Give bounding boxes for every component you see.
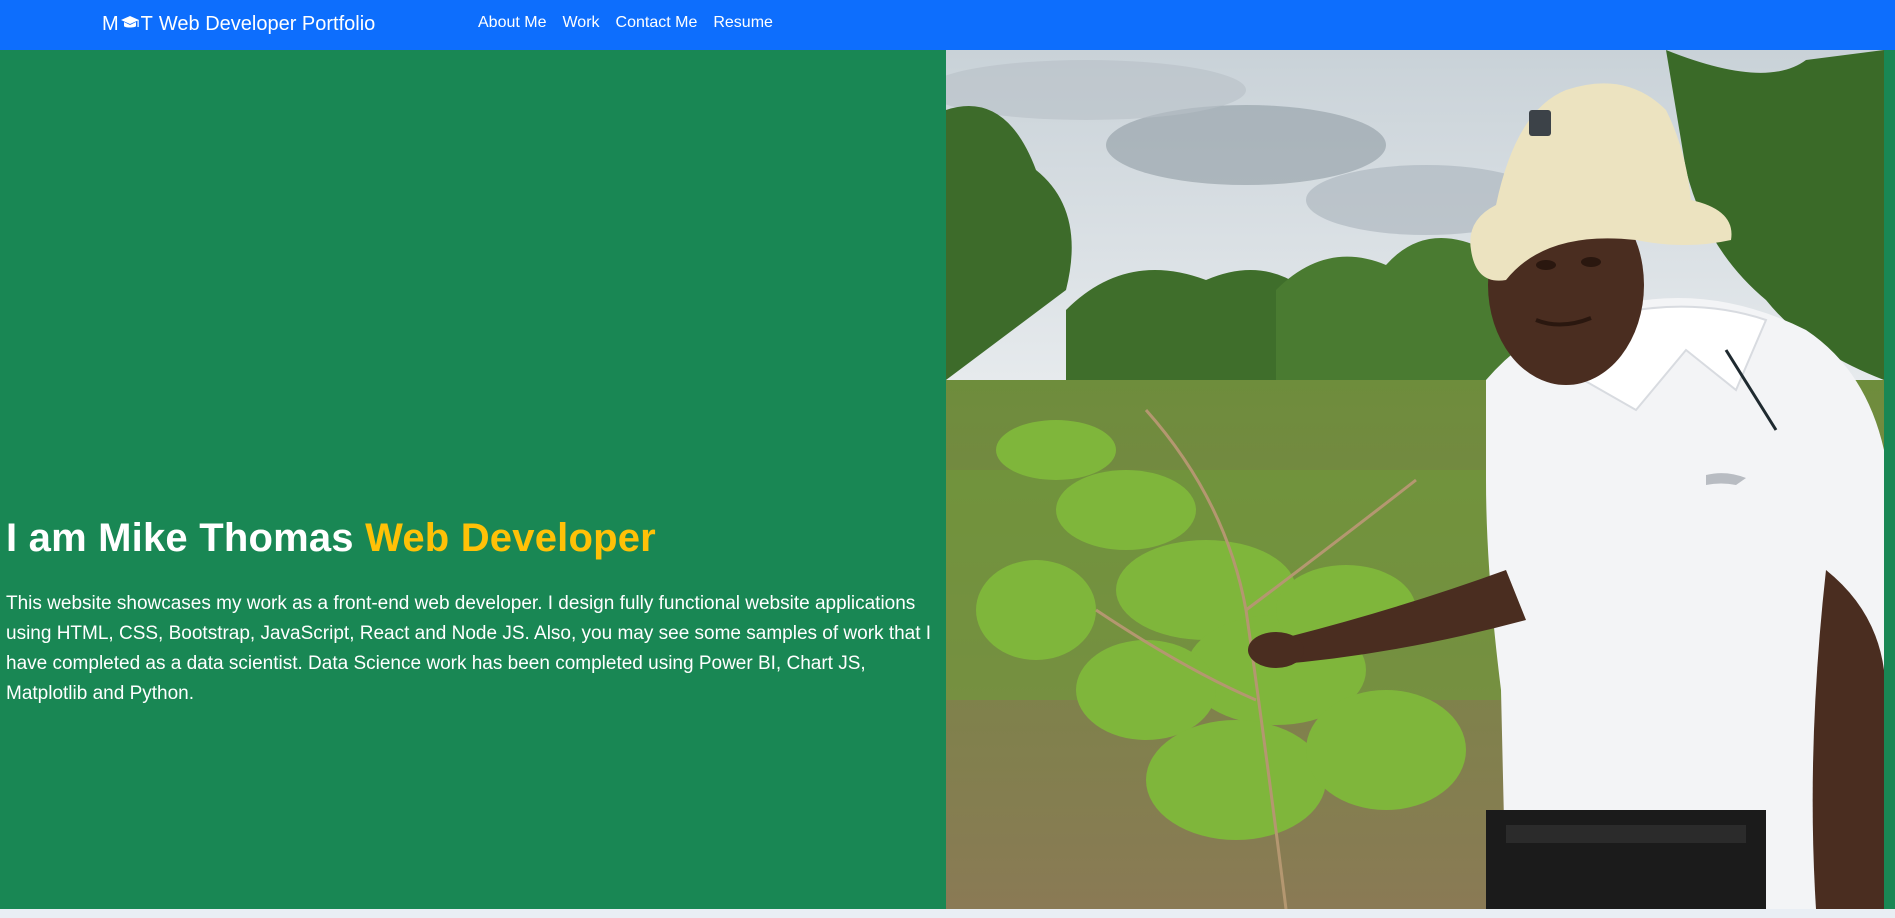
hat-logo <box>1529 110 1551 136</box>
nav-links: About Me Work Contact Me Resume <box>470 12 781 34</box>
hero-intro-section <box>0 50 946 909</box>
bottom-strip <box>0 909 1895 918</box>
nav-link-resume[interactable]: Resume <box>705 12 781 34</box>
hero-title-role: Web Developer <box>365 516 656 560</box>
brand-logo-letter-t: T <box>140 12 153 35</box>
person-belt <box>1506 825 1746 843</box>
hero-description: This website showcases my work as a fron… <box>6 593 932 704</box>
nav-link-contact-me[interactable]: Contact Me <box>608 12 706 34</box>
person-eye <box>1536 260 1556 270</box>
graduation-cap-icon <box>120 16 139 28</box>
brand-title: Web Developer Portfolio <box>158 12 376 35</box>
person-eye <box>1581 257 1601 267</box>
nav-link-about-me[interactable]: About Me <box>470 12 554 34</box>
navbar-brand[interactable]: M T Web Developer Portfolio <box>102 11 375 37</box>
person-hand <box>1248 632 1304 668</box>
brand-logo: M T <box>102 13 153 36</box>
hero-title: I am Mike Thomas Web Developer <box>6 516 656 561</box>
nav-link-work[interactable]: Work <box>554 12 607 34</box>
right-edge-strip <box>1884 50 1895 909</box>
person-pants <box>1486 810 1766 909</box>
brand-logo-letter-m: M <box>102 12 119 35</box>
portrait-photo <box>946 50 1884 909</box>
navbar: M T Web Developer Portfolio About Me Wor… <box>0 0 1895 50</box>
portrait-photo-illustration <box>946 50 1884 909</box>
hero-title-name: I am Mike Thomas <box>6 516 354 560</box>
